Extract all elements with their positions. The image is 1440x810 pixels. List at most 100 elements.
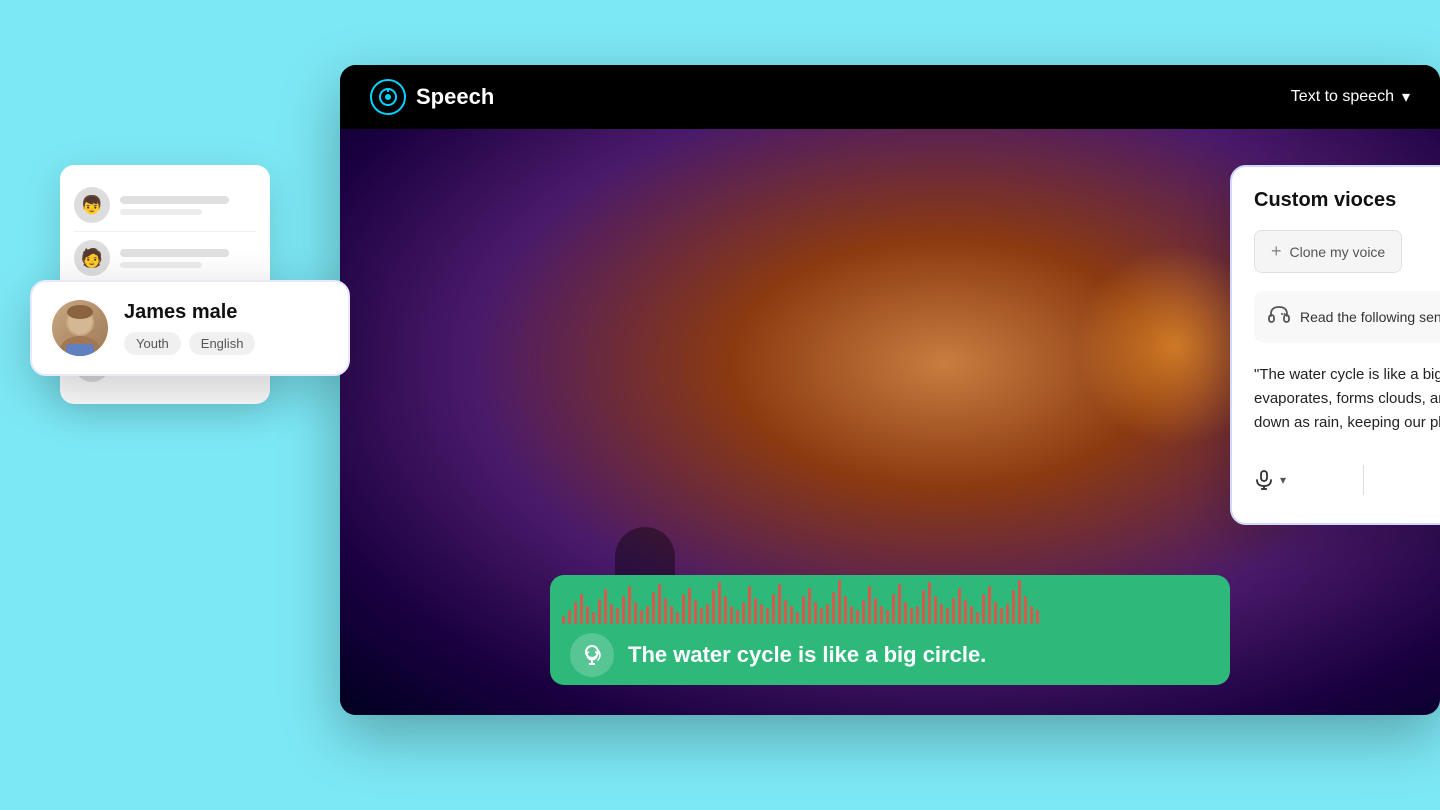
waveform-bar xyxy=(622,596,625,624)
clone-voice-row: + Clone my voice Voice 3 xyxy=(1254,230,1440,273)
waveform-bar xyxy=(682,594,685,624)
voice-tag-bar xyxy=(120,262,202,268)
james-tags: Youth English xyxy=(124,332,328,355)
waveform-bar xyxy=(832,592,835,624)
text-to-speech-menu[interactable]: Text to speech ▾ xyxy=(1291,87,1410,107)
waveform-bar xyxy=(598,599,601,624)
waveform-bar xyxy=(796,612,799,624)
app-logo: Speech xyxy=(370,79,494,115)
james-card[interactable]: James male Youth English xyxy=(30,280,350,376)
caption-voice-icon xyxy=(570,633,614,677)
waveform-bar xyxy=(742,602,745,624)
waveform-bar xyxy=(892,594,895,624)
divider xyxy=(1363,465,1364,495)
voice-tag-bar xyxy=(120,209,202,215)
waveform-bar xyxy=(1006,604,1009,624)
waveform-bar xyxy=(706,604,709,624)
waveform-bar xyxy=(874,598,877,624)
waveform-bar xyxy=(736,610,739,624)
waveform-bar xyxy=(658,584,661,624)
caption-bottom: The water cycle is like a big circle. xyxy=(550,625,1230,686)
waveform-bar xyxy=(952,598,955,624)
waveform-bar xyxy=(886,610,889,624)
voice-name-bar xyxy=(120,196,229,204)
list-item[interactable]: 🧑 xyxy=(74,232,256,285)
list-item[interactable]: 👦 xyxy=(74,179,256,232)
caption-bar: The water cycle is like a big circle. xyxy=(550,575,1230,685)
waveform-bar xyxy=(586,606,589,624)
voice-info xyxy=(120,249,256,268)
headphone-icon xyxy=(1268,303,1290,331)
waveform-bar xyxy=(1000,608,1003,624)
waveform-bar xyxy=(826,604,829,624)
waveform-bar xyxy=(580,594,583,624)
chevron-down-icon: ▾ xyxy=(1402,87,1410,107)
app-title: Speech xyxy=(416,84,494,110)
caption-text: The water cycle is like a big circle. xyxy=(628,642,986,668)
text-to-speech-label: Text to speech xyxy=(1291,88,1394,106)
waveform-bar xyxy=(994,602,997,624)
waveform-bar xyxy=(976,612,979,624)
waveform-bar xyxy=(712,590,715,624)
waveform-bar xyxy=(1030,606,1033,624)
waveform-bar xyxy=(922,590,925,624)
james-info: James male Youth English xyxy=(124,301,328,355)
voice-name-bar xyxy=(120,249,229,257)
waveform-bar xyxy=(664,598,667,624)
waveform-bar xyxy=(850,606,853,624)
logo-icon xyxy=(370,79,406,115)
waveform-bar xyxy=(946,608,949,624)
james-name: James male xyxy=(124,301,328,324)
waveform-bar xyxy=(766,608,769,624)
waveform-bar xyxy=(568,610,571,624)
waveform-bar xyxy=(988,586,991,624)
mic-dropdown[interactable]: ▾ xyxy=(1254,470,1286,490)
james-avatar xyxy=(52,300,108,356)
waveform-bar xyxy=(862,600,865,624)
waveform-bar xyxy=(1024,596,1027,624)
waveform-bar xyxy=(1018,580,1021,624)
waveform-bar xyxy=(808,588,811,624)
waveform-bar xyxy=(760,604,763,624)
microphone-icon xyxy=(1254,470,1274,490)
clone-button-label: Clone my voice xyxy=(1290,244,1386,260)
waveform-bar xyxy=(1036,610,1039,624)
waveform-bar xyxy=(1012,590,1015,624)
main-container: Speech Text to speech ▾ xyxy=(170,65,1270,745)
clone-voice-button[interactable]: + Clone my voice xyxy=(1254,230,1402,273)
waveform-bar xyxy=(592,612,595,624)
waveform-bar xyxy=(970,606,973,624)
custom-voices-panel: Custom vioces + Clone my voice Voice 3 xyxy=(1230,165,1440,525)
waveform-bar xyxy=(688,588,691,624)
waveform-bar xyxy=(610,604,613,624)
chevron-down-icon: ▾ xyxy=(1280,473,1286,487)
waveform-bar xyxy=(916,606,919,624)
waveform-bar xyxy=(604,589,607,624)
avatar: 👦 xyxy=(74,187,110,223)
avatar: 🧑 xyxy=(74,240,110,276)
waveform-bar xyxy=(940,604,943,624)
waveform-bar xyxy=(784,600,787,624)
waveform-bar xyxy=(634,602,637,624)
waveform-bar xyxy=(640,610,643,624)
waveform-bar xyxy=(694,600,697,624)
read-sentence-row: Read the following sentence xyxy=(1254,291,1440,343)
waveform-bar xyxy=(856,610,859,624)
read-sentence-label: Read the following sentence xyxy=(1300,309,1440,325)
waveform-bar xyxy=(730,606,733,624)
james-tag-youth: Youth xyxy=(124,332,181,355)
panel-title: Custom vioces xyxy=(1254,189,1440,212)
waveform-bar xyxy=(562,616,565,624)
waveform-bar xyxy=(646,606,649,624)
app-header: Speech Text to speech ▾ xyxy=(340,65,1440,129)
waveform-bar xyxy=(982,594,985,624)
quote-text: "The water cycle is like a big circle. W… xyxy=(1254,359,1440,439)
waveform-bar xyxy=(718,582,721,624)
waveform-bar xyxy=(616,608,619,624)
james-tag-english: English xyxy=(189,332,256,355)
waveform-bar xyxy=(844,596,847,624)
panel-footer: ▾ Record xyxy=(1254,459,1440,501)
waveform-bar xyxy=(574,602,577,624)
waveform-bar xyxy=(724,596,727,624)
waveform-bar xyxy=(838,580,841,624)
